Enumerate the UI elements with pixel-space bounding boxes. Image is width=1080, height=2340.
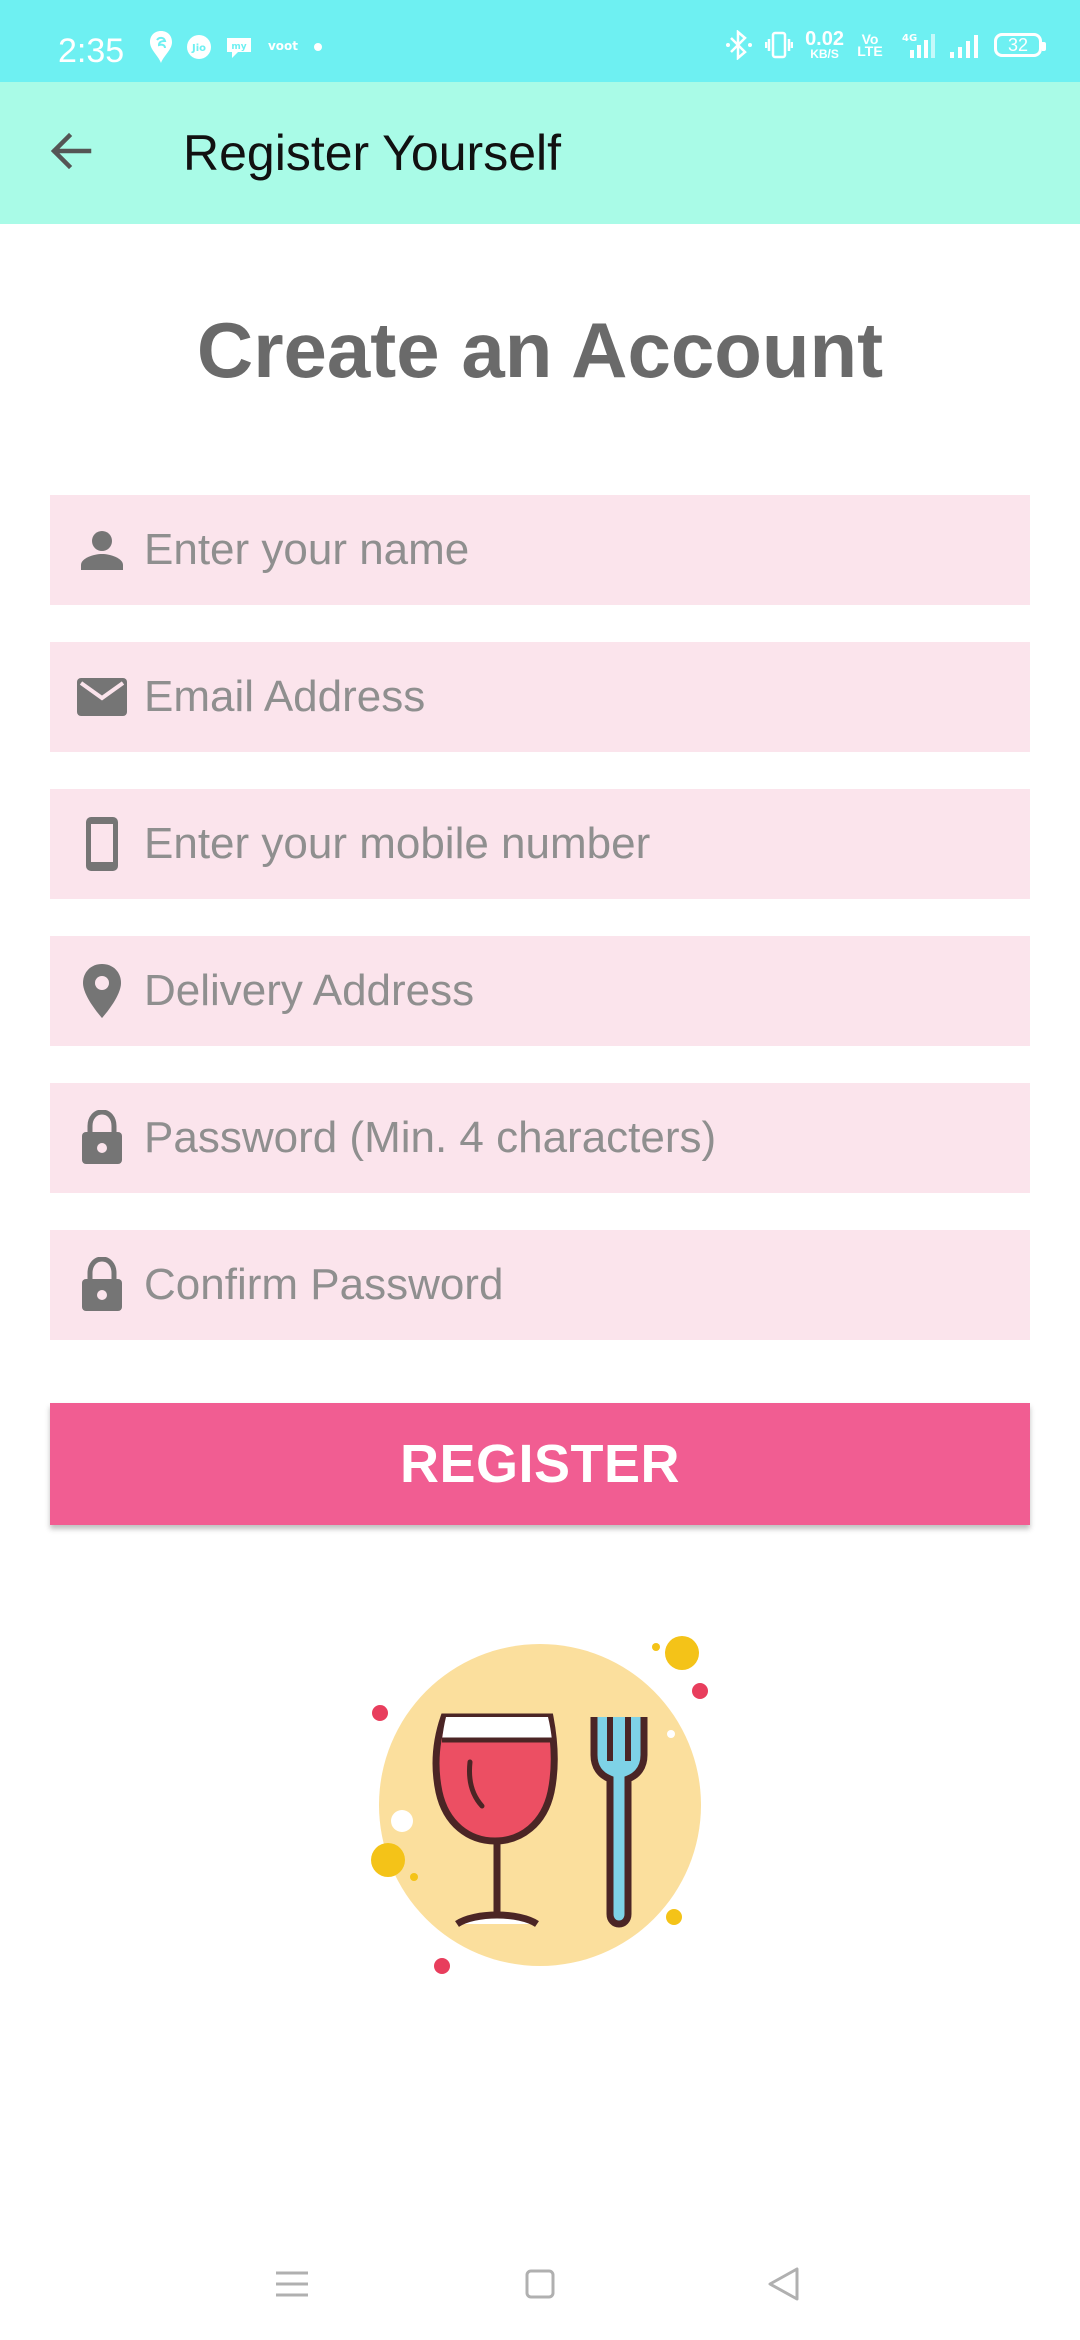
jio-icon: Jio (186, 34, 212, 60)
menu-button[interactable] (260, 2254, 324, 2318)
register-button[interactable]: REGISTER (50, 1403, 1030, 1525)
mobile-input[interactable] (144, 789, 1004, 899)
status-left-icons: Jio my voot (148, 30, 324, 64)
address-input[interactable] (144, 936, 1004, 1046)
email-field-container[interactable] (50, 642, 1030, 752)
navigation-bar (0, 2226, 1080, 2340)
app-bar: Register Yourself (0, 82, 1080, 224)
password-field-container[interactable] (50, 1083, 1030, 1193)
person-icon (76, 524, 128, 576)
location-pin-icon (76, 964, 128, 1018)
svg-text:4G: 4G (902, 33, 917, 44)
svg-text:my: my (231, 42, 246, 52)
confirm-password-field-container[interactable] (50, 1230, 1030, 1340)
phone-icon (76, 817, 128, 871)
back-nav-button[interactable] (752, 2254, 816, 2318)
password-input[interactable] (144, 1083, 1004, 1193)
back-triangle-icon (766, 2266, 802, 2307)
signal-icon (948, 30, 982, 60)
status-time: 2:35 (58, 32, 125, 70)
arrow-back-icon (47, 128, 93, 179)
network-speed: 0.02 KB/S (805, 29, 844, 61)
svg-text:Jio: Jio (191, 43, 206, 54)
voot-icon: voot (266, 37, 300, 57)
volte-label: Vo LTE (857, 30, 883, 60)
confirm-password-input[interactable] (144, 1230, 1004, 1340)
bluetooth-icon (725, 30, 753, 61)
dot-icon (312, 41, 324, 53)
name-input[interactable] (144, 495, 1004, 605)
name-field-container[interactable] (50, 495, 1030, 605)
battery-indicator: 32 (994, 33, 1046, 58)
swiggy-icon (148, 30, 174, 64)
home-square-icon (524, 2268, 556, 2305)
app-title: Register Yourself (183, 125, 562, 181)
status-bar: 2:35 Jio my voot 0.02 KB/S Vo LTE 4G 32 (0, 0, 1080, 82)
wine-glass-and-fork-icon (362, 1630, 722, 1990)
page-heading: Create an Account (196, 306, 884, 394)
svg-text:voot: voot (268, 39, 298, 53)
email-input[interactable] (144, 642, 1004, 752)
address-field-container[interactable] (50, 936, 1030, 1046)
back-button[interactable] (36, 119, 104, 187)
email-icon (76, 671, 128, 723)
status-right-icons: 0.02 KB/S Vo LTE 4G 32 (725, 29, 1046, 61)
home-button[interactable] (508, 2254, 572, 2318)
lock-icon (76, 1257, 128, 1311)
vibrate-icon (765, 30, 794, 60)
menu-icon (274, 2270, 310, 2303)
network-speed-unit: KB/S (810, 47, 839, 61)
signal-4g-icon: 4G (896, 30, 936, 60)
mobile-field-container[interactable] (50, 789, 1030, 899)
lock-icon (76, 1110, 128, 1164)
myjio-icon: my (224, 34, 254, 60)
